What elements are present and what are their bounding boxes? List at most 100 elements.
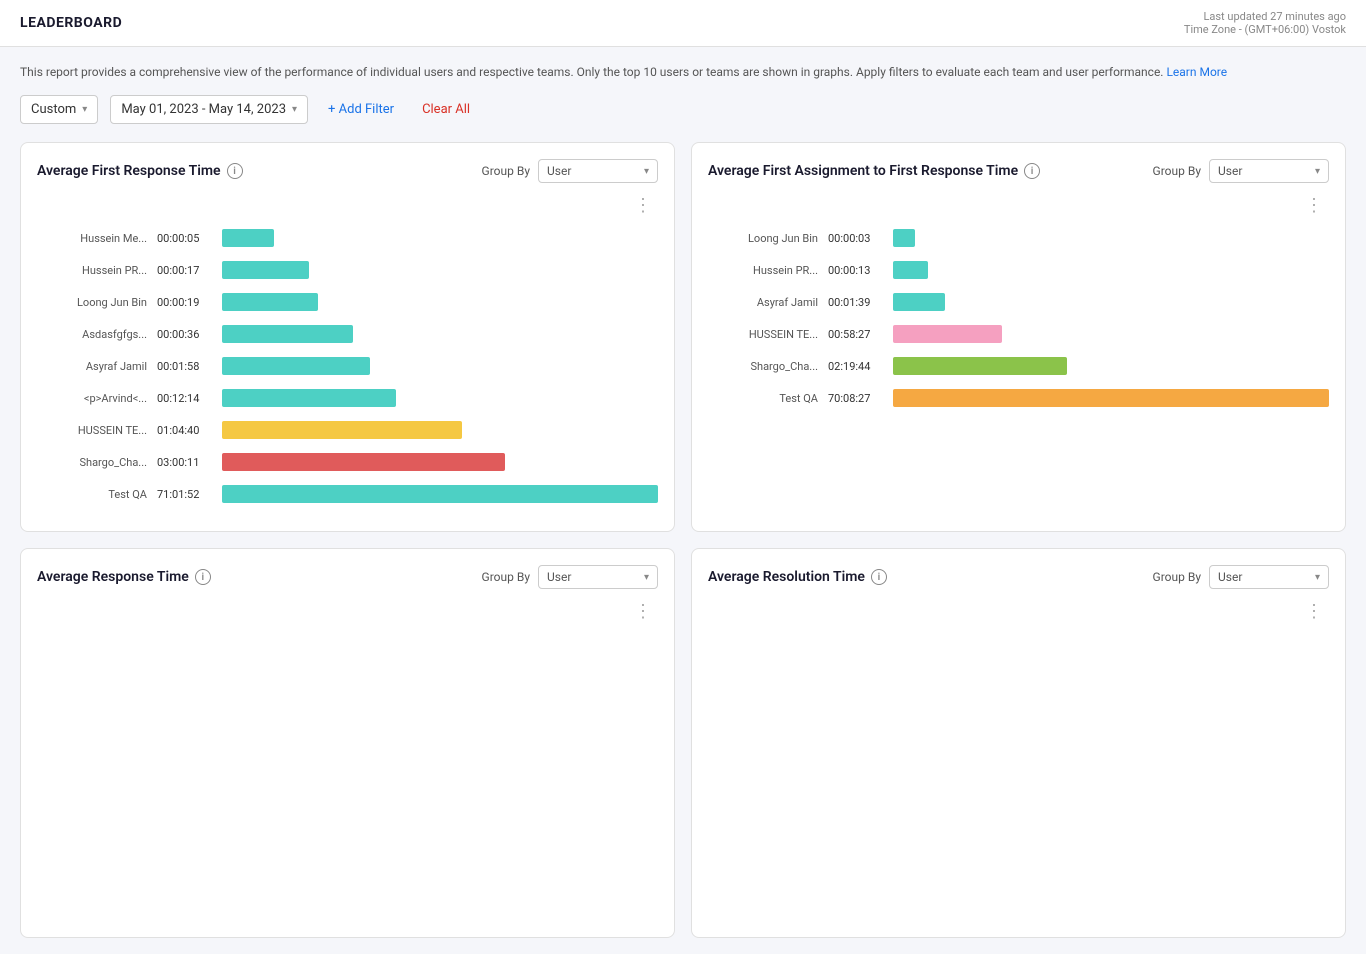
info-bar: This report provides a comprehensive vie… xyxy=(20,63,1346,81)
add-filter-button[interactable]: + Add Filter xyxy=(320,96,402,123)
chart4-group-by-area: Group By User ▾ xyxy=(1153,565,1329,589)
bar-label: Asdasfgfgs... xyxy=(37,328,157,341)
bar-value: 00:00:36 xyxy=(157,328,222,341)
table-row: HUSSEIN TE...00:58:27 xyxy=(708,325,1329,343)
table-row: Asyraf Jamil00:01:58 xyxy=(37,357,658,375)
chart-avg-resolution-time: Average Resolution Time i Group By User … xyxy=(691,548,1346,938)
bar-container xyxy=(893,325,1329,343)
chart2-title-area: Average First Assignment to First Respon… xyxy=(708,163,1040,179)
bar xyxy=(222,453,505,471)
chart1-more-options-button[interactable]: ⋮ xyxy=(628,195,658,217)
bar-value: 70:08:27 xyxy=(828,392,893,405)
chart2-header: Average First Assignment to First Respon… xyxy=(708,159,1329,183)
bar-container xyxy=(222,293,658,311)
bar xyxy=(222,293,318,311)
bar xyxy=(222,357,370,375)
date-type-filter[interactable]: Custom ▾ xyxy=(20,95,98,124)
bar-container xyxy=(893,389,1329,407)
table-row: Shargo_Cha...03:00:11 xyxy=(37,453,658,471)
clear-all-button[interactable]: Clear All xyxy=(414,96,478,123)
bar xyxy=(222,261,309,279)
bar-value: 00:01:39 xyxy=(828,296,893,309)
bar-value: 00:00:03 xyxy=(828,232,893,245)
date-range-value: May 01, 2023 - May 14, 2023 xyxy=(121,102,286,117)
bar-container xyxy=(893,261,1329,279)
chart1-info-icon[interactable]: i xyxy=(227,163,243,179)
chart1-group-by-value: User xyxy=(547,164,571,178)
bar-container xyxy=(222,357,658,375)
bar-container xyxy=(893,293,1329,311)
bar xyxy=(222,485,658,503)
table-row: Shargo_Cha...02:19:44 xyxy=(708,357,1329,375)
bar-label: Shargo_Cha... xyxy=(708,360,828,373)
chart3-more-options-button[interactable]: ⋮ xyxy=(628,601,658,623)
chart3-body: ⋮ xyxy=(37,601,658,921)
bar-container xyxy=(222,229,658,247)
chart1-dots-menu: ⋮ xyxy=(37,195,658,217)
chart4-group-by-select[interactable]: User ▾ xyxy=(1209,565,1329,589)
chart1-bars: Hussein Me...00:00:05Hussein PR...00:00:… xyxy=(37,221,658,503)
chart2-group-by-select[interactable]: User ▾ xyxy=(1209,159,1329,183)
bar-value: 03:00:11 xyxy=(157,456,222,469)
chart1-title-area: Average First Response Time i xyxy=(37,163,243,179)
bar-label: <p>Arvind<... xyxy=(37,392,157,405)
chart2-title: Average First Assignment to First Respon… xyxy=(708,163,1018,179)
bar xyxy=(893,293,945,311)
bar-label: Asyraf Jamil xyxy=(708,296,828,309)
chart3-title-area: Average Response Time i xyxy=(37,569,211,585)
last-updated: Last updated 27 minutes ago xyxy=(1184,10,1346,23)
info-text: This report provides a comprehensive vie… xyxy=(20,65,1163,79)
chart2-group-by-area: Group By User ▾ xyxy=(1153,159,1329,183)
chart1-group-by-select[interactable]: User ▾ xyxy=(538,159,658,183)
chart4-more-options-button[interactable]: ⋮ xyxy=(1299,601,1329,623)
chart3-group-by-label: Group By xyxy=(482,570,530,584)
table-row: Asdasfgfgs...00:00:36 xyxy=(37,325,658,343)
bar-value: 02:19:44 xyxy=(828,360,893,373)
chart3-info-icon[interactable]: i xyxy=(195,569,211,585)
filters-bar: Custom ▾ May 01, 2023 - May 14, 2023 ▾ +… xyxy=(20,95,1346,124)
chart3-dots-menu: ⋮ xyxy=(37,601,658,623)
chart2-info-icon[interactable]: i xyxy=(1024,163,1040,179)
chart4-header: Average Resolution Time i Group By User … xyxy=(708,565,1329,589)
bar-container xyxy=(222,421,658,439)
bar-label: Shargo_Cha... xyxy=(37,456,157,469)
chart1-header: Average First Response Time i Group By U… xyxy=(37,159,658,183)
chart4-info-icon[interactable]: i xyxy=(871,569,887,585)
bar-label: Test QA xyxy=(708,392,828,405)
bar-value: 71:01:52 xyxy=(157,488,222,501)
chart4-group-by-value: User xyxy=(1218,570,1242,584)
bar xyxy=(893,389,1329,407)
bar xyxy=(222,229,274,247)
chart-avg-first-response-time: Average First Response Time i Group By U… xyxy=(20,142,675,532)
bar-label: Test QA xyxy=(37,488,157,501)
chart-avg-first-assignment-response-time: Average First Assignment to First Respon… xyxy=(691,142,1346,532)
chart3-group-by-select[interactable]: User ▾ xyxy=(538,565,658,589)
table-row: Hussein PR...00:00:13 xyxy=(708,261,1329,279)
chart2-group-by-label: Group By xyxy=(1153,164,1201,178)
chart1-body: ⋮ Hussein Me...00:00:05Hussein PR...00:0… xyxy=(37,195,658,515)
bar-container xyxy=(893,229,1329,247)
bar-container xyxy=(222,261,658,279)
table-row: Loong Jun Bin00:00:03 xyxy=(708,229,1329,247)
bar-value: 00:58:27 xyxy=(828,328,893,341)
bar-label: HUSSEIN TE... xyxy=(708,328,828,341)
bar-value: 00:00:17 xyxy=(157,264,222,277)
date-range-filter[interactable]: May 01, 2023 - May 14, 2023 ▾ xyxy=(110,95,308,124)
bar-container xyxy=(222,325,658,343)
table-row: Test QA70:08:27 xyxy=(708,389,1329,407)
bar-container xyxy=(222,453,658,471)
add-filter-label: + Add Filter xyxy=(328,102,394,117)
bar-label: Hussein PR... xyxy=(37,264,157,277)
table-row: HUSSEIN TE...01:04:40 xyxy=(37,421,658,439)
chart2-bars: Loong Jun Bin00:00:03 Hussein PR...00:00:… xyxy=(708,221,1329,407)
bar-label: Hussein Me... xyxy=(37,232,157,245)
date-type-value: Custom xyxy=(31,102,76,117)
bar-value: 00:12:14 xyxy=(157,392,222,405)
charts-grid: Average First Response Time i Group By U… xyxy=(20,142,1346,938)
chart1-group-by-label: Group By xyxy=(482,164,530,178)
chart3-title: Average Response Time xyxy=(37,569,189,585)
chart2-more-options-button[interactable]: ⋮ xyxy=(1299,195,1329,217)
learn-more-link[interactable]: Learn More xyxy=(1166,65,1227,79)
table-row: Test QA71:01:52 xyxy=(37,485,658,503)
bar-value: 00:00:05 xyxy=(157,232,222,245)
